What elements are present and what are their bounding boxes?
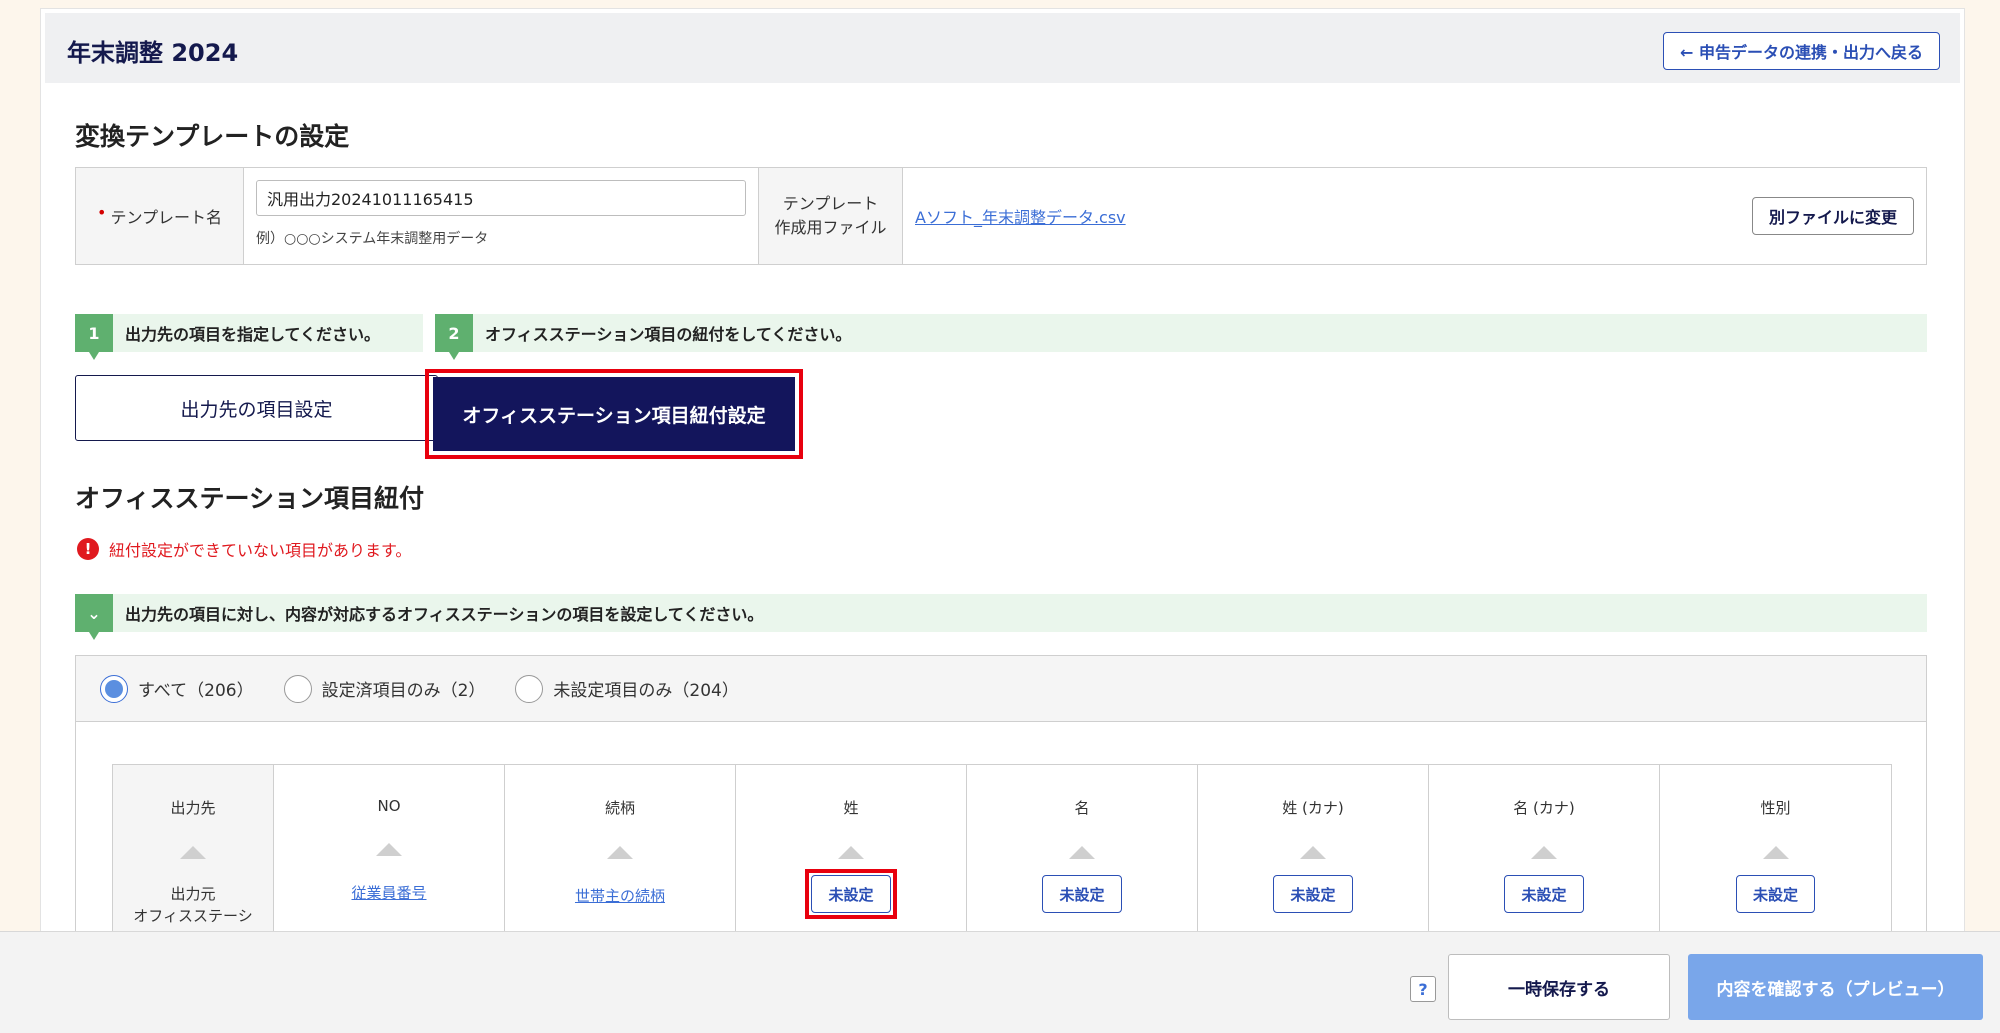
template-file-label: テンプレート 作成用ファイル (759, 168, 903, 264)
radio-icon[interactable] (515, 674, 544, 703)
step-2-number: 2 (435, 314, 473, 360)
template-section-title: 変換テンプレートの設定 (75, 122, 350, 151)
error-icon: ! (77, 538, 99, 560)
filter-radio-group: すべて（206） 設定済項目のみ（2） 未設定項目のみ（204） (76, 656, 1926, 722)
header-bar: 年末調整 2024 ← 申告データの連携・出力へ戻る (45, 13, 1960, 83)
template-name-cell: 例）○○○システム年末調整用データ (244, 168, 759, 264)
radio-selected-icon[interactable] (100, 674, 128, 703)
arrow-up-icon (180, 846, 206, 859)
template-file-link[interactable]: Aソフト_年末調整データ.csv (915, 204, 1126, 228)
mapping-link[interactable]: 世帯主の続柄 (575, 885, 665, 906)
arrow-up-icon (1762, 846, 1789, 859)
highlight-frame: 未設定 (805, 869, 897, 919)
unset-button[interactable]: 未設定 (811, 875, 891, 913)
mapping-link[interactable]: 従業員番号 (351, 882, 426, 903)
preview-button[interactable]: 内容を確認する（プレビュー） (1688, 954, 1983, 1020)
filter-unset-only[interactable]: 未設定項目のみ（204） (515, 674, 739, 703)
app-title: 年末調整 2024 (67, 39, 239, 67)
unset-button[interactable]: 未設定 (1504, 875, 1584, 913)
unset-button[interactable]: 未設定 (1273, 875, 1353, 913)
required-dot-icon: • (97, 202, 107, 222)
help-icon[interactable]: ? (1410, 976, 1436, 1002)
error-message: ! 紐付設定ができていない項目があります。 (77, 537, 411, 561)
template-settings-table: • テンプレート名 例）○○○システム年末調整用データ テンプレート 作成用ファ… (75, 167, 1927, 265)
arrow-up-icon (376, 843, 402, 856)
template-name-hint: 例）○○○システム年末調整用データ (256, 231, 489, 247)
template-name-label: • テンプレート名 (76, 168, 244, 264)
unset-button[interactable]: 未設定 (1042, 875, 1122, 913)
change-file-button[interactable]: 別ファイルに変更 (1751, 197, 1914, 235)
step-1-banner: 1 出力先の項目を指定してください。 (75, 314, 423, 360)
tab-output-settings[interactable]: 出力先の項目設定 (75, 375, 438, 441)
arrow-up-icon (1069, 846, 1095, 859)
arrow-up-icon (607, 846, 633, 859)
step-1-number: 1 (75, 314, 113, 360)
unset-button[interactable]: 未設定 (1735, 875, 1815, 913)
arrow-up-icon (1531, 846, 1557, 859)
tab-mapping-settings[interactable]: オフィスステーション項目紐付設定 (433, 377, 795, 451)
radio-icon[interactable] (283, 674, 312, 703)
mapping-info-bar: ⌄ 出力先の項目に対し、内容が対応するオフィスステーションの項目を設定してくださ… (75, 594, 1927, 640)
arrow-up-icon (1300, 846, 1326, 859)
footer-bar: ? 一時保存する 内容を確認する（プレビュー） (0, 931, 2000, 1033)
filter-all[interactable]: すべて（206） (100, 674, 254, 703)
mapping-section-title: オフィスステーション項目紐付 (75, 484, 425, 513)
back-to-export-button[interactable]: ← 申告データの連携・出力へ戻る (1663, 32, 1940, 70)
highlight-frame: オフィスステーション項目紐付設定 (425, 369, 803, 459)
main-panel: 年末調整 2024 ← 申告データの連携・出力へ戻る 変換テンプレートの設定 •… (40, 8, 1965, 1033)
template-name-input[interactable] (256, 180, 746, 216)
chevron-down-icon[interactable]: ⌄ (75, 594, 113, 640)
template-file-cell: Aソフト_年末調整データ.csv 別ファイルに変更 (903, 168, 1926, 264)
step-2-banner: 2 オフィスステーション項目の紐付をしてください。 (435, 314, 1927, 360)
filter-set-only[interactable]: 設定済項目のみ（2） (283, 674, 485, 703)
arrow-up-icon (838, 846, 864, 859)
save-draft-button[interactable]: 一時保存する (1448, 954, 1670, 1020)
